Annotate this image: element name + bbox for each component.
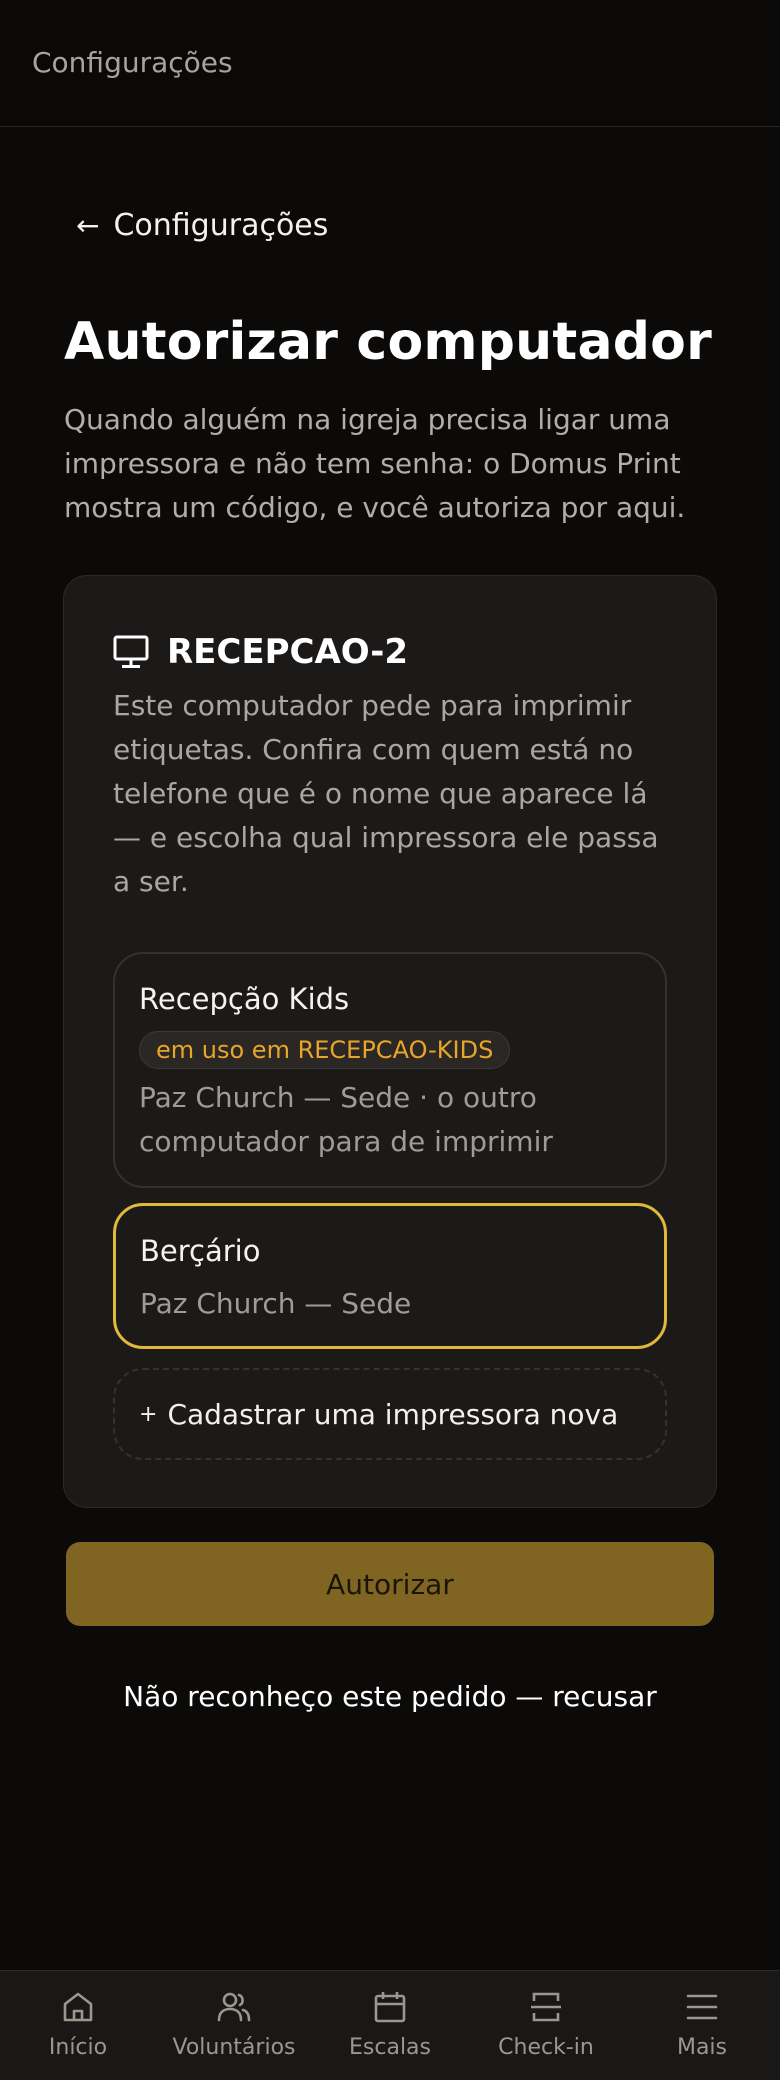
- checkin-icon: [531, 1992, 561, 2022]
- nav-label: Escalas: [349, 2035, 431, 2060]
- nav-label: Mais: [676, 2035, 728, 2060]
- nav-item-check-in[interactable]: Check-in: [468, 1971, 624, 2080]
- nav-label: Check-in: [498, 2035, 594, 2060]
- bottom-nav: Início Voluntários Escalas Check-in Mais: [0, 1970, 780, 2080]
- plus-icon: +: [139, 1401, 158, 1427]
- topbar-title: Configurações: [32, 46, 233, 79]
- printer-note: Paz Church — Sede · o outro computador p…: [139, 1081, 553, 1158]
- top-bar: Configurações: [0, 0, 780, 127]
- refuse-request-link[interactable]: Não reconheço este pedido — recusar: [0, 1680, 780, 1713]
- add-printer-label: Cadastrar uma impressora nova: [167, 1397, 619, 1431]
- monitor-icon: [113, 635, 149, 668]
- back-link-label: Configurações: [113, 208, 329, 243]
- in-use-badge: em uso em RECEPCAO-KIDS: [139, 1031, 511, 1069]
- menu-icon: [686, 1994, 718, 2020]
- printer-name: Recepção Kids: [139, 982, 350, 1016]
- nav-item-escalas[interactable]: Escalas: [312, 1971, 468, 2080]
- nav-item-inicio[interactable]: Início: [0, 1971, 156, 2080]
- nav-item-voluntarios[interactable]: Voluntários: [156, 1971, 312, 2080]
- nav-item-mais[interactable]: Mais: [624, 1971, 780, 2080]
- add-printer-button[interactable]: + Cadastrar uma impressora nova: [113, 1368, 667, 1460]
- device-description: Este computador pede para imprimir etiqu…: [113, 689, 659, 898]
- users-icon: [217, 1992, 251, 2022]
- calendar-icon: [374, 1992, 406, 2023]
- printer-name: Berçário: [140, 1234, 261, 1268]
- nav-label: Voluntários: [172, 2035, 296, 2060]
- page-title: Autorizar computador: [64, 312, 712, 372]
- home-icon: [63, 1992, 93, 2022]
- printer-note: Paz Church — Sede: [140, 1287, 412, 1320]
- printer-option-bercario[interactable]: Berçário Paz Church — Sede: [113, 1203, 667, 1349]
- app-root: Configurações ← Configurações Autorizar …: [0, 0, 780, 2080]
- device-name: RECEPCAO-2: [167, 632, 409, 672]
- authorize-button[interactable]: Autorizar: [66, 1542, 714, 1626]
- device-header: RECEPCAO-2: [113, 632, 408, 672]
- arrow-left-icon: ←: [76, 208, 100, 242]
- page-description: Quando alguém na igreja precisa ligar um…: [64, 403, 686, 524]
- printer-option-recepcao-kids[interactable]: Recepção Kids em uso em RECEPCAO-KIDS Pa…: [113, 952, 667, 1188]
- nav-label: Início: [48, 2035, 108, 2060]
- authorization-card: RECEPCAO-2 Este computador pede para imp…: [63, 575, 717, 1508]
- back-link[interactable]: ← Configurações: [76, 208, 328, 243]
